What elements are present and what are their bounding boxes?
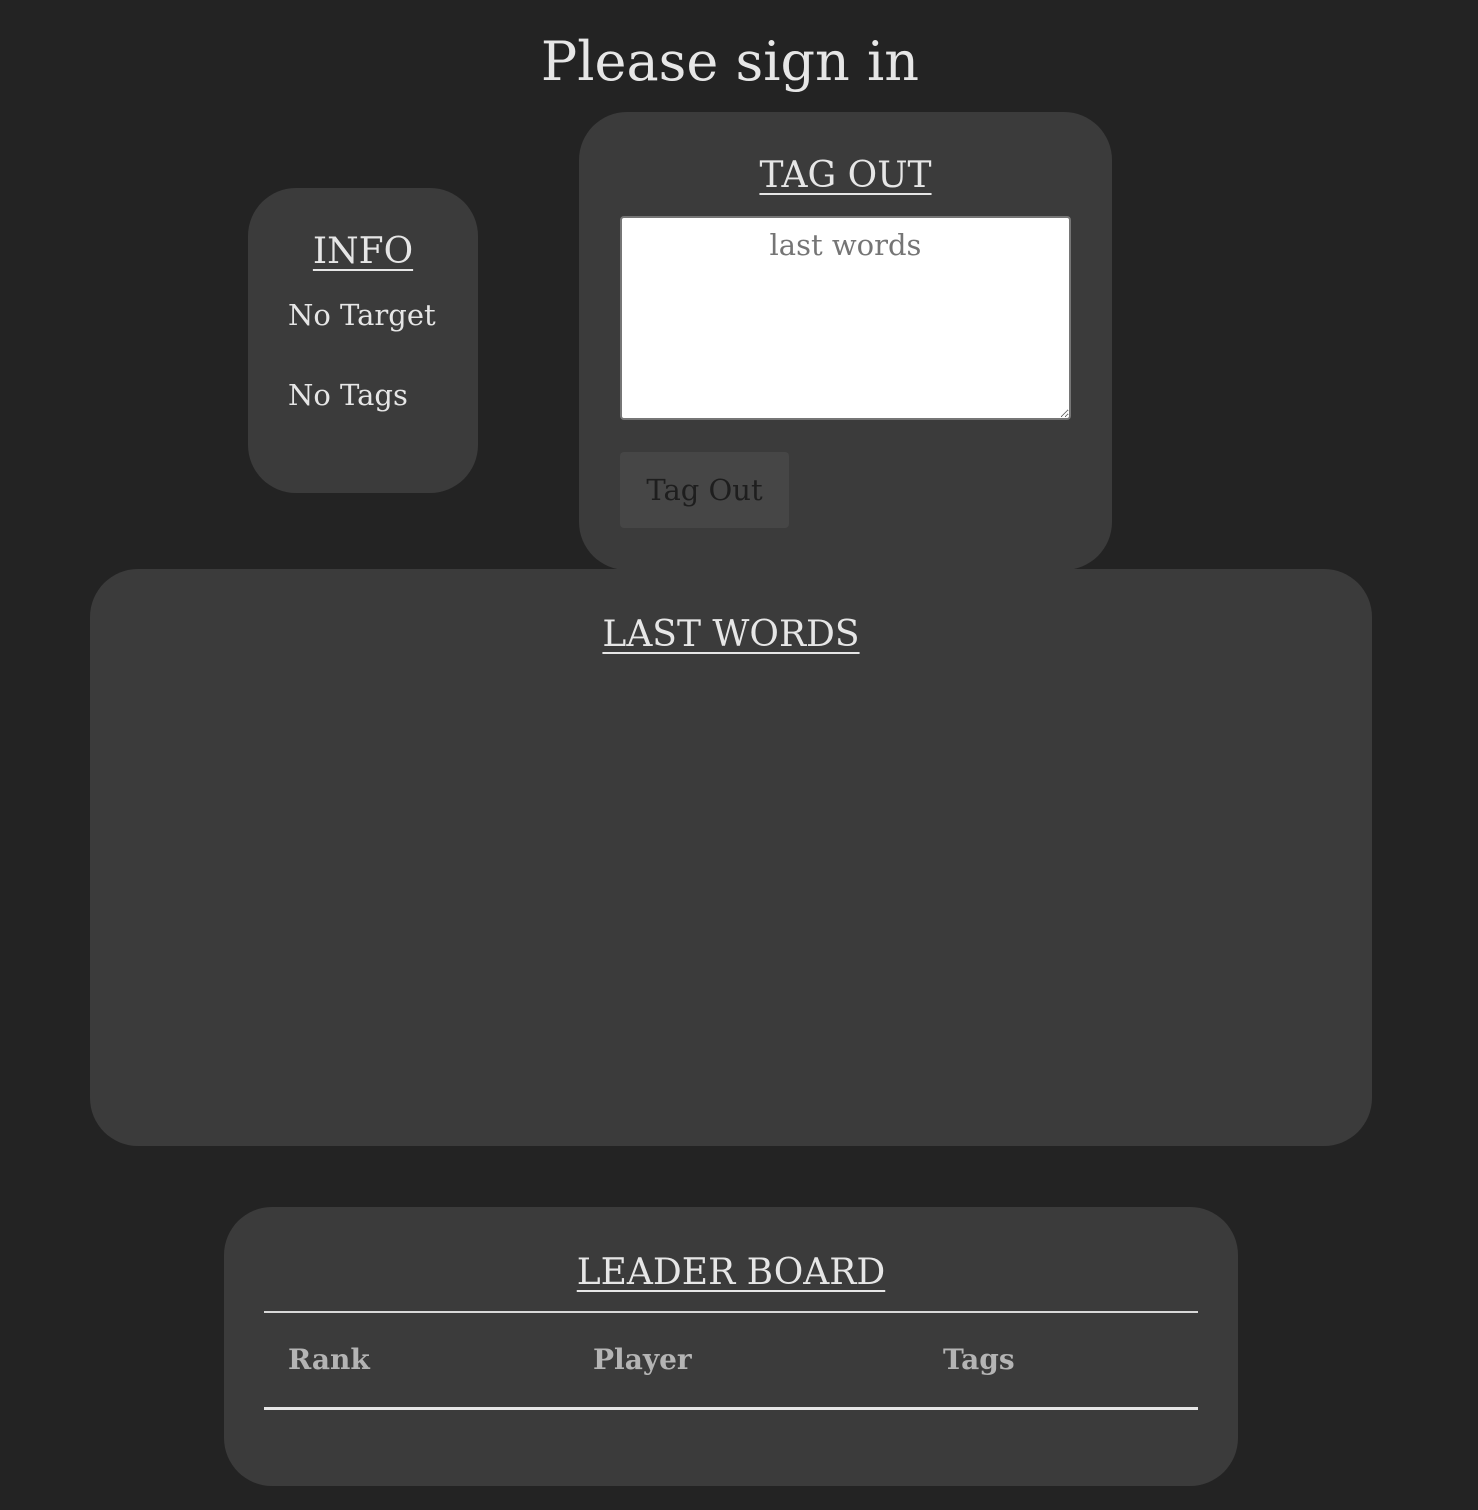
column-header-rank: Rank xyxy=(264,1311,569,1410)
tag-out-card: TAG OUT Tag Out xyxy=(579,112,1112,570)
target-status: No Target xyxy=(288,298,436,332)
tag-out-button[interactable]: Tag Out xyxy=(620,452,789,528)
page-title: Please sign in xyxy=(540,30,920,93)
info-card: INFO No Target No Tags xyxy=(248,188,478,493)
info-heading: INFO xyxy=(312,231,414,272)
leader-board-table: Rank Player Tags xyxy=(264,1311,1198,1410)
leader-board-header-row: Rank Player Tags xyxy=(264,1311,1198,1410)
last-words-input[interactable] xyxy=(620,216,1071,420)
tag-out-heading: TAG OUT xyxy=(759,155,932,196)
leader-board-heading: LEADER BOARD xyxy=(576,1252,886,1293)
column-header-tags: Tags xyxy=(919,1311,1198,1410)
last-words-list xyxy=(130,679,1332,1106)
last-words-heading: LAST WORDS xyxy=(602,614,860,655)
last-words-card: LAST WORDS xyxy=(90,569,1372,1146)
column-header-player: Player xyxy=(569,1311,919,1410)
tags-status: No Tags xyxy=(288,378,408,412)
leader-board-card: LEADER BOARD Rank Player Tags xyxy=(224,1207,1238,1486)
